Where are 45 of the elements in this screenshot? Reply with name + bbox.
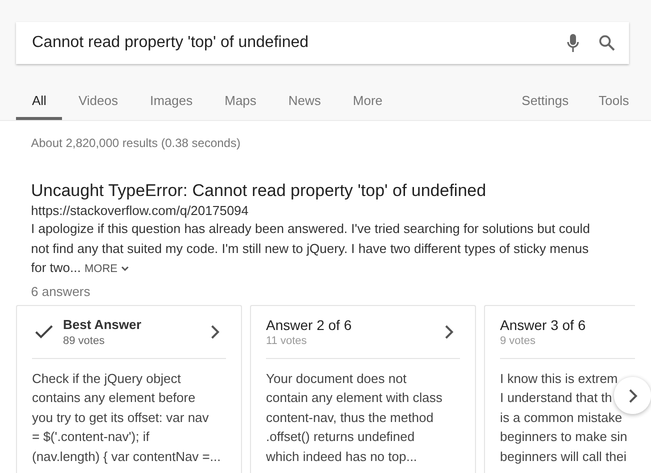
result-snippet: I apologize if this question has already been answered. I've tried searching for solutions but could not find any that suited my code. I'm still new to jQuery. I have two different types of sticky menus for two... MORE bbox=[31, 220, 591, 277]
answer-text-line: beginners will call thei bbox=[500, 448, 626, 466]
caret-icon bbox=[120, 266, 129, 272]
microphone-icon[interactable] bbox=[567, 34, 579, 52]
tab[interactable]: Videos bbox=[62, 86, 134, 120]
vote-count: 9 votes bbox=[500, 334, 536, 348]
vote-count: 89 votes bbox=[63, 334, 106, 348]
tool-link[interactable]: Settings bbox=[492, 86, 569, 120]
answer-text-line: = $('.content-nav'); if bbox=[32, 428, 150, 446]
tool-link[interactable]: Tools bbox=[568, 86, 629, 120]
answer-card[interactable]: Answer 3 of 6 9 votes I know this is extrem I understand that th is a common mistake beginners to make sin beginners will call thei bbox=[484, 304, 635, 473]
tab[interactable]: News bbox=[272, 86, 337, 120]
tab[interactable]: Images bbox=[134, 86, 209, 120]
answer-title: Answer 3 of 6 bbox=[500, 316, 587, 334]
answer-title: Best Answer bbox=[63, 316, 142, 334]
answer-text-line: contains any element before bbox=[32, 389, 196, 407]
answer-text-line: you try to get its offset: var nav bbox=[32, 408, 209, 427]
answer-text-line: Your document does not bbox=[266, 370, 406, 388]
answer-text-line: is a common mistake bbox=[500, 408, 622, 426]
tab[interactable]: More bbox=[336, 86, 399, 120]
answer-text-line: contain any element with class bbox=[266, 389, 442, 407]
search-icon[interactable] bbox=[599, 35, 615, 51]
search-field[interactable]: Cannot read property 'top' of undefined bbox=[32, 34, 547, 52]
result-title-link[interactable]: Uncaught TypeError: Cannot read property 'top' of undefined bbox=[31, 180, 486, 202]
answer-text-line: .offset() returns undefined bbox=[266, 428, 415, 446]
answer-text-line: which indeed has no top... bbox=[266, 448, 418, 466]
check-icon bbox=[35, 324, 53, 338]
answer-text-line: Check if the jQuery object bbox=[32, 370, 181, 388]
results-count: About 2,820,000 results (0.38 seconds) bbox=[31, 135, 242, 152]
chevron-icon bbox=[628, 388, 638, 402]
answers-count: 6 answers bbox=[31, 282, 92, 300]
more-link[interactable]: MORE bbox=[84, 263, 129, 275]
answer-text-line: content-nav, thus the method bbox=[266, 408, 434, 426]
answer-title: Answer 2 of 6 bbox=[266, 316, 353, 334]
answer-card[interactable]: Answer 2 of 6 11 votes Your document does not contain any element with class content-nav, thus the method .offset() returns undefined which indeed has no top... bbox=[250, 304, 476, 473]
answer-text-line: (nav.length) { var contentNav =... bbox=[32, 448, 221, 466]
result-url: https://stackoverflow.com/q/20175094 bbox=[31, 202, 250, 219]
answer-text-line: I know this is extrem bbox=[500, 370, 618, 388]
vote-count: 11 votes bbox=[266, 334, 308, 348]
search-bar[interactable]: Cannot read property 'top' of undefined bbox=[16, 22, 629, 64]
answer-text-line: beginners to make sin bbox=[500, 428, 628, 446]
answer-card[interactable]: Best Answer 89 votes Check if the jQuery object contains any element before you try to get its offset: var nav = $('.content-nav'); if (nav.length) { var contentNav =... bbox=[16, 304, 242, 473]
tab[interactable]: All bbox=[16, 86, 62, 120]
tab[interactable]: Maps bbox=[208, 86, 272, 120]
answer-text-line: I understand that th bbox=[500, 389, 612, 407]
